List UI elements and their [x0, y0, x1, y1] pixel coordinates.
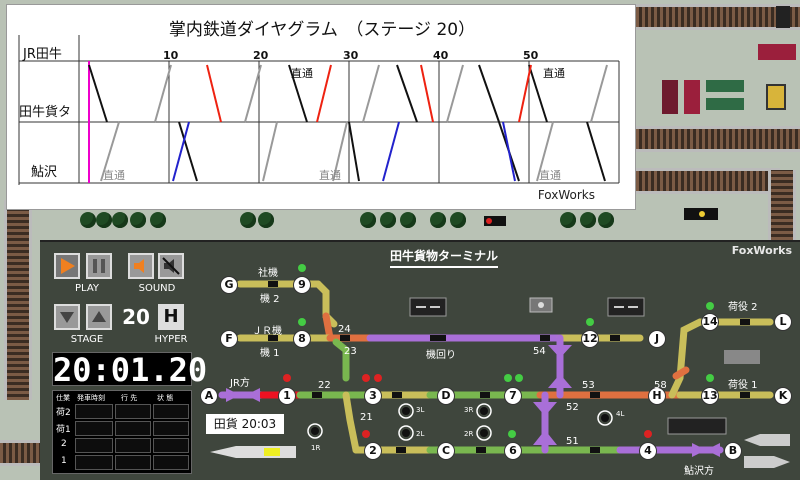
terminal-g[interactable]: G	[220, 276, 238, 294]
switch-label[interactable]: 51	[566, 436, 579, 447]
switch-label[interactable]: 24	[338, 324, 351, 335]
signal-node-14[interactable]: 14	[701, 313, 719, 331]
track-label-niyaku2: 荷役 2	[728, 302, 758, 313]
lever-label: 3L	[416, 406, 425, 414]
switch-label[interactable]: 23	[344, 346, 357, 357]
lever-label: 2R	[464, 430, 474, 438]
terminal-j[interactable]: J	[648, 330, 666, 348]
switch-label[interactable]: 21	[360, 412, 373, 423]
terminal-b[interactable]: B	[724, 442, 742, 460]
switch-label[interactable]: 53	[582, 380, 595, 391]
track-label-ayuho: 鮎沢方	[684, 466, 714, 477]
lever-label: 3R	[464, 406, 474, 414]
signal-node-12[interactable]: 12	[581, 330, 599, 348]
track-label-ki1: 機 1	[260, 348, 280, 359]
track-label-ki2: 機 2	[260, 294, 280, 305]
signal-node-2[interactable]: 2	[364, 442, 382, 460]
signal-node-8[interactable]: 8	[293, 330, 311, 348]
terminal-a[interactable]: A	[200, 387, 218, 405]
signal-node-4[interactable]: 4	[639, 442, 657, 460]
terminal-d[interactable]: D	[437, 387, 455, 405]
track-label-jrho: JR方	[230, 378, 250, 389]
signal-node-13[interactable]: 13	[701, 387, 719, 405]
switch-label[interactable]: 54	[533, 346, 546, 357]
switch-label[interactable]: 52	[566, 402, 579, 413]
signal-node-6[interactable]: 6	[504, 442, 522, 460]
signal-node-1[interactable]: 1	[278, 387, 296, 405]
terminal-f[interactable]: F	[220, 330, 238, 348]
track-label-shaki: 社機	[258, 268, 278, 279]
signal-node-7[interactable]: 7	[504, 387, 522, 405]
lever-label: 4L	[616, 410, 625, 418]
track-label-niyaku1: 荷役 1	[728, 380, 758, 391]
signal-node-9[interactable]: 9	[293, 276, 311, 294]
switch-label[interactable]: 22	[318, 380, 331, 391]
terminal-l[interactable]: L	[774, 313, 792, 331]
track-layout	[210, 264, 790, 468]
terminal-k[interactable]: K	[774, 387, 792, 405]
track-label-jrki: ＪＲ機	[252, 326, 282, 337]
track-label-kimawari: 機回り	[426, 350, 456, 361]
selected-train-info: 田貨 20:03	[206, 414, 284, 434]
switch-label[interactable]: 58	[654, 380, 667, 391]
lever-label: 1R	[311, 444, 321, 452]
terminal-c[interactable]: C	[437, 442, 455, 460]
lever-label: 2L	[416, 430, 425, 438]
signal-node-3[interactable]: 3	[364, 387, 382, 405]
